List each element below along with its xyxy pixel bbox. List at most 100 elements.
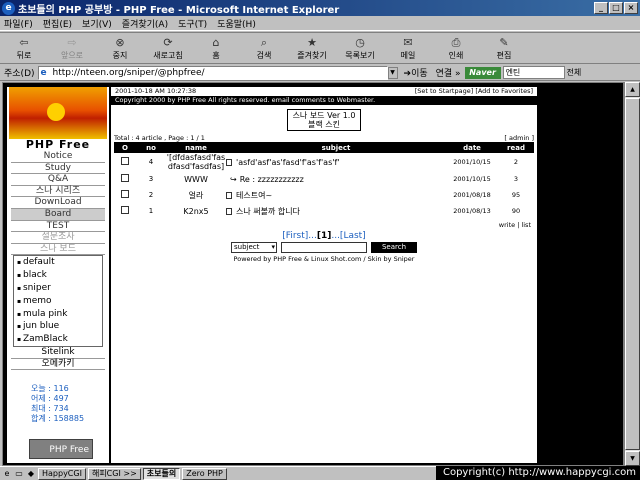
row-name[interactable]: K2nx5 bbox=[166, 203, 226, 219]
page-content: PHP Free Notice Study Q&A 스나 시리즈 DownLoad Boa… bbox=[2, 82, 624, 466]
search-scope[interactable]: 전체 bbox=[567, 67, 582, 78]
total-count: Total : 4 article , Page : 1 / 1 bbox=[114, 134, 205, 142]
task-button-3[interactable]: Zero PHP bbox=[182, 467, 227, 480]
left-sidebar: PHP Free Notice Study Q&A 스나 시리즈 DownLoad Boa… bbox=[7, 87, 109, 463]
skin-item-2[interactable]: sniper bbox=[14, 282, 102, 295]
board-search-input[interactable] bbox=[281, 242, 367, 253]
vertical-scrollbar[interactable]: ▲ ▼ bbox=[624, 82, 640, 466]
toolbar-button-4[interactable]: ⌂ 홈 bbox=[192, 33, 240, 63]
row-subject[interactable]: 'asfd'asf'as'fasd'f'as'f'as'f' bbox=[236, 158, 339, 167]
sidebar-item-5[interactable]: Board bbox=[11, 208, 105, 221]
sidebar-item-7[interactable]: 설문조사 bbox=[11, 232, 105, 244]
task-button-1[interactable]: 해피CGI >> bbox=[87, 467, 141, 480]
row-subject[interactable]: Re : zzzzzzzzzzz bbox=[240, 175, 304, 184]
sidebar-menu: Notice Study Q&A 스나 시리즈 DownLoad Board TEST 설문조… bbox=[11, 151, 105, 256]
skin-item-5[interactable]: jun blue bbox=[14, 320, 102, 333]
scroll-up-icon[interactable]: ▲ bbox=[625, 82, 640, 97]
sidebar-item-8[interactable]: 스나 보드 bbox=[11, 244, 105, 256]
close-button[interactable]: × bbox=[624, 2, 638, 14]
toolbar-button-10[interactable]: ✎ 편집 bbox=[480, 33, 528, 63]
toolbar-button-9[interactable]: ⎙ 인쇄 bbox=[432, 33, 480, 63]
toolbar-button-label: 새로고침 bbox=[153, 50, 183, 60]
board-table: O no name subject date read 4 '[dfdasfasd… bbox=[114, 142, 534, 219]
links-button[interactable]: 연결 » bbox=[436, 66, 461, 79]
row-checkbox[interactable] bbox=[121, 157, 129, 165]
quicklaunch-desktop-icon[interactable]: ▭ bbox=[14, 469, 24, 479]
row-name[interactable]: '[dfdasfasd'fasdfasd'fasdfas] bbox=[166, 153, 226, 171]
maximize-button[interactable]: □ bbox=[609, 2, 623, 14]
row-name[interactable]: WWW bbox=[166, 171, 226, 187]
board-search: subject Search bbox=[111, 242, 537, 253]
sidebar-item-0[interactable]: Notice bbox=[11, 151, 105, 163]
menu-favorites[interactable]: 즐겨찾기(A) bbox=[122, 17, 168, 30]
menu-tools[interactable]: 도구(T) bbox=[178, 17, 207, 30]
sidebar-item-omekaki[interactable]: 오메카키 bbox=[11, 359, 105, 371]
write-list-links[interactable]: write | list bbox=[111, 221, 537, 229]
toolbar-button-7[interactable]: ◷ 목록보기 bbox=[336, 33, 384, 63]
table-row: 2 얼라 테스트여~ 2001/08/18 95 bbox=[114, 187, 534, 203]
toolbar-button-2[interactable]: ⊗ 중지 bbox=[96, 33, 144, 63]
stop-icon: ⊗ bbox=[115, 35, 125, 49]
sidebar-item-1[interactable]: Study bbox=[11, 163, 105, 175]
row-checkbox[interactable] bbox=[121, 206, 129, 214]
minimize-button[interactable]: _ bbox=[594, 2, 608, 14]
history-icon: ◷ bbox=[355, 35, 365, 49]
page-last[interactable]: ...[Last] bbox=[331, 231, 365, 241]
skin-item-1[interactable]: black bbox=[14, 269, 102, 282]
toolbar-button-3[interactable]: ⟳ 새로고침 bbox=[144, 33, 192, 63]
go-button[interactable]: ➔이동 bbox=[404, 66, 428, 79]
skin-item-6[interactable]: ZamBlack bbox=[14, 333, 102, 346]
toolbar-button-1[interactable]: ⇨ 앞으로 bbox=[48, 33, 96, 63]
row-no: 4 bbox=[148, 158, 154, 166]
toolbar-button-6[interactable]: ★ 즐겨찾기 bbox=[288, 33, 336, 63]
quicklaunch-ie-icon[interactable]: e bbox=[2, 469, 12, 479]
row-subject[interactable]: 테스트여~ bbox=[236, 191, 272, 200]
page-first[interactable]: [First]... bbox=[282, 231, 317, 241]
quicklaunch-app-icon[interactable]: ◆ bbox=[26, 469, 36, 479]
search-field-select[interactable]: subject bbox=[231, 242, 277, 253]
toolbar-search-input[interactable]: 엔틴 bbox=[502, 66, 565, 79]
skin-item-3[interactable]: memo bbox=[14, 295, 102, 308]
window-controls: _ □ × bbox=[594, 2, 638, 14]
task-button-2[interactable]: 초보들의 bbox=[142, 467, 181, 480]
sidebar-item-6[interactable]: TEST bbox=[11, 221, 105, 233]
sidebar-item-sitelink[interactable]: Sitelink bbox=[11, 347, 105, 359]
menu-edit[interactable]: 편집(E) bbox=[43, 17, 72, 30]
php-free-logo[interactable]: PHP Free bbox=[29, 439, 93, 459]
row-checkbox-cell bbox=[114, 153, 136, 171]
toolbar-button-0[interactable]: ⇦ 뒤로 bbox=[0, 33, 48, 63]
row-checkbox[interactable] bbox=[121, 190, 129, 198]
sidebar-item-2[interactable]: Q&A bbox=[11, 174, 105, 186]
skin-item-4[interactable]: mula pink bbox=[14, 308, 102, 321]
col-check: O bbox=[114, 142, 136, 153]
task-button-0[interactable]: HappyCGI bbox=[38, 467, 86, 480]
scroll-down-icon[interactable]: ▼ bbox=[625, 451, 640, 466]
row-subject-cell: 'asfd'asf'as'fasd'f'as'f'as'f' bbox=[226, 153, 446, 171]
back-arrow-icon: ⇦ bbox=[19, 35, 29, 49]
menu-view[interactable]: 보기(V) bbox=[82, 17, 112, 30]
menu-help[interactable]: 도움말(H) bbox=[217, 17, 256, 30]
page-current[interactable]: [1] bbox=[317, 231, 332, 241]
address-input[interactable]: http://nteen.org/sniper/@phpfree/ bbox=[37, 65, 388, 80]
toolbar-button-label: 뒤로 bbox=[16, 50, 32, 60]
skin-item-0[interactable]: default bbox=[14, 256, 102, 269]
search-button[interactable]: Search bbox=[371, 242, 417, 253]
row-date: 2001/10/15 bbox=[453, 175, 491, 183]
row-name[interactable]: 얼라 bbox=[166, 187, 226, 203]
address-dropdown-icon[interactable]: ▼ bbox=[387, 66, 398, 79]
startpage-links[interactable]: [Set to Startpage] [Add to Favorites] bbox=[415, 87, 533, 96]
quick-launch: e ▭ ◆ bbox=[0, 469, 36, 479]
sidebar-item-3[interactable]: 스나 시리즈 bbox=[11, 186, 105, 198]
row-checkbox[interactable] bbox=[121, 174, 129, 182]
toolbar-button-5[interactable]: ⌕ 검색 bbox=[240, 33, 288, 63]
row-subject[interactable]: 스나 써볼까 합니다 bbox=[236, 207, 300, 216]
mail-icon: ✉ bbox=[403, 35, 413, 49]
scroll-thumb[interactable] bbox=[625, 98, 640, 450]
menu-file[interactable]: 파일(F) bbox=[4, 17, 33, 30]
sidebar-item-4[interactable]: DownLoad bbox=[11, 197, 105, 209]
admin-link[interactable]: [ admin ] bbox=[504, 134, 534, 142]
title-bar: e 초보들의 PHP 공부방 - PHP Free - Microsoft In… bbox=[0, 0, 640, 16]
row-no: 1 bbox=[148, 207, 154, 215]
toolbar-button-8[interactable]: ✉ 메일 bbox=[384, 33, 432, 63]
naver-logo[interactable]: Naver bbox=[464, 66, 501, 79]
